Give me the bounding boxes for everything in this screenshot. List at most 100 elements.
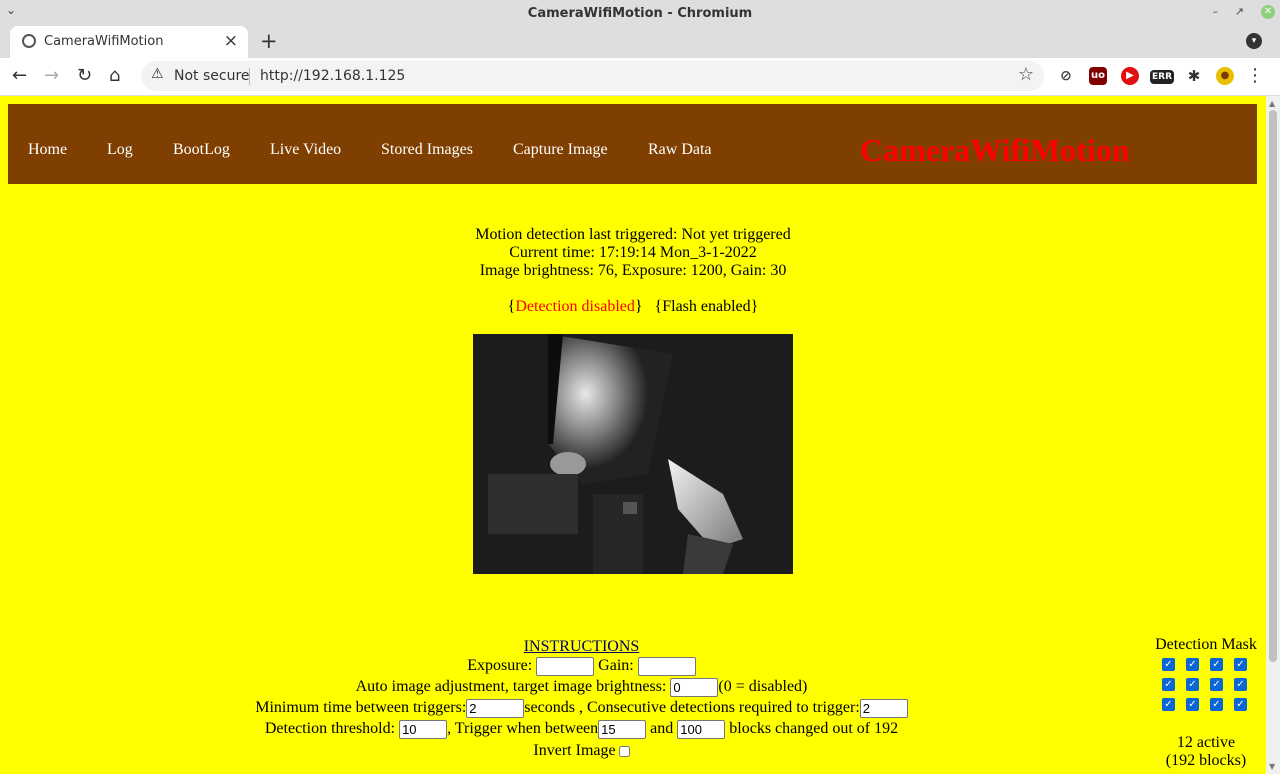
address-bar[interactable]: ⚠ Not secure http://192.168.1.125 ☆ [141,61,1044,91]
invert-image-checkbox[interactable] [618,745,630,757]
invert-line: Invert Image [0,740,1163,761]
forward-arrow-icon[interactable]: → [44,65,59,86]
mask-checkbox[interactable]: ✓ [1210,698,1223,711]
and-label: and [650,720,674,737]
exposure-gain-line: Exposure: Gain: [0,655,1163,676]
nav-capture-image-link[interactable]: Capture Image [513,141,608,159]
gain-label: Gain: [598,657,634,674]
window-close-icon[interactable]: ✕ [1261,5,1275,19]
page-content: Home Log BootLog Live Video Stored Image… [0,96,1266,774]
puzzle-icon[interactable]: ✱ [1185,67,1203,85]
mask-checkbox[interactable]: ✓ [1234,698,1247,711]
window-titlebar: ⌄ CameraWifiMotion - Chromium – ↗ ✕ [0,0,1280,26]
camera-image [473,334,793,574]
mask-checkbox[interactable]: ✓ [1210,678,1223,691]
nav-stored-images-link[interactable]: Stored Images [381,141,473,159]
threshold-label: Detection threshold: [264,720,396,737]
scrollbar-thumb[interactable] [1269,110,1277,662]
nav-bootlog-link[interactable]: BootLog [173,141,230,159]
consecutive-detections-input[interactable] [859,698,908,718]
current-time-line: Current time: 17:19:14 Mon_3-1-2022 [0,244,1266,262]
detection-mask-panel: Detection Mask ✓ ✓ ✓ ✓ ✓ ✓ ✓ ✓ ✓ ✓ ✓ ✓ 12 active (1… [1150,636,1262,769]
url-text[interactable]: http://192.168.1.125 [260,68,405,84]
shield-icon[interactable]: ▶ [1121,67,1139,85]
mask-checkbox[interactable]: ✓ [1210,658,1223,671]
home-icon[interactable]: ⌂ [109,65,120,86]
exposure-status-label: Exposure: [621,262,687,279]
reload-icon[interactable]: ↻ [77,65,92,86]
nav-home-link[interactable]: Home [28,141,67,159]
nav-live-video-link[interactable]: Live Video [270,141,341,159]
minimize-icon[interactable]: – [1213,5,1219,18]
site-navbar: Home Log BootLog Live Video Stored Image… [8,104,1257,184]
brightness-value: 76 [597,262,614,279]
blocks-label: blocks changed out of 192 [729,720,899,737]
mask-checkbox[interactable]: ✓ [1162,678,1175,691]
min-time-line: Minimum time between triggers: seconds , … [0,697,1163,718]
min-time-input[interactable] [466,698,525,718]
min-time-label: Minimum time between triggers: [255,699,467,716]
trigger-max-input[interactable] [677,719,726,739]
scroll-down-icon[interactable]: ▼ [1269,762,1275,771]
page-scrollbar[interactable]: ▲ ▼ [1266,96,1280,774]
invert-label: Invert Image [533,742,616,759]
menu-dots-icon[interactable]: ⋮ [1246,65,1264,86]
trigger-between-label: , Trigger when between [447,720,599,737]
mask-checkbox[interactable]: ✓ [1234,678,1247,691]
mask-checkbox[interactable]: ✓ [1234,658,1247,671]
threshold-input[interactable] [399,719,448,739]
instructions-link[interactable]: INSTRUCTIONS [524,638,640,655]
gain-status-value: 30 [770,262,787,279]
instructions-line: INSTRUCTIONS [0,636,1163,657]
tab-close-icon[interactable]: × [224,31,238,51]
ublock-icon[interactable]: uo [1089,67,1107,85]
address-separator [249,68,250,85]
scroll-up-icon[interactable]: ▲ [1269,99,1275,108]
brightness-line: Image brightness: 76, Exposure: 1200, Ga… [479,262,787,279]
gain-input[interactable] [637,656,696,676]
warning-triangle-icon[interactable]: ⚠ [151,66,164,82]
auto-adjust-line: Auto image adjustment, target image brig… [0,676,1163,697]
last-triggered-label: Motion detection last triggered: [475,226,678,243]
mask-summary: 12 active (192 blocks) [1150,734,1262,770]
tab-title: CameraWifiMotion [44,34,164,49]
mask-block-count: (192 blocks) [1165,752,1247,769]
browser-toolbar: ← → ↻ ⌂ ⚠ Not secure http://192.168.1.12… [0,58,1280,96]
exposure-status-value: 1200 [690,262,723,279]
mask-checkbox[interactable]: ✓ [1186,678,1199,691]
err-icon[interactable]: ERR [1150,70,1174,84]
restore-icon[interactable]: ↗ [1235,5,1244,18]
seconds-label: seconds , Consecutive detections require… [524,699,860,716]
last-triggered-value: Not yet triggered [681,226,791,243]
current-time-value: 17:19:14 Mon_3-1-2022 [598,244,757,261]
bookmark-star-icon[interactable]: ☆ [1018,64,1034,85]
tab-search-chevron-icon[interactable]: ▾ [1246,33,1262,49]
globe-icon [22,34,36,48]
window-title: CameraWifiMotion - Chromium [527,6,753,21]
gain-status-label: Gain: [730,262,767,279]
tab-strip: CameraWifiMotion × + ▾ [0,26,1280,58]
back-arrow-icon[interactable]: ← [12,65,27,86]
threshold-line: Detection threshold: , Trigger when betw… [0,718,1163,739]
mask-active-count: 12 active [1176,734,1236,751]
avatar-icon[interactable]: ● [1216,67,1234,85]
nav-raw-data-link[interactable]: Raw Data [648,141,712,159]
target-brightness-input[interactable] [670,677,719,697]
nav-log-link[interactable]: Log [107,141,133,159]
mask-checkbox[interactable]: ✓ [1162,698,1175,711]
exposure-label: Exposure: [467,657,533,674]
current-time-label: Current time: [509,244,595,261]
site-brand-title: CameraWifiMotion [860,132,1130,168]
detection-state-text: Detection disabled [515,298,635,315]
flash-state-text: Flash enabled [662,298,751,315]
exposure-input[interactable] [536,656,595,676]
mask-checkbox[interactable]: ✓ [1186,698,1199,711]
trigger-min-input[interactable] [598,719,647,739]
security-label[interactable]: Not secure [174,68,250,84]
state-line: {Detection disabled} {Flash enabled} [507,298,759,315]
mask-checkbox[interactable]: ✓ [1186,658,1199,671]
tab-camerawifimotion[interactable]: CameraWifiMotion × [10,26,248,58]
eye-slash-icon[interactable]: ⊘ [1057,67,1075,85]
mask-checkbox[interactable]: ✓ [1162,658,1175,671]
new-tab-plus-icon[interactable]: + [260,29,278,53]
